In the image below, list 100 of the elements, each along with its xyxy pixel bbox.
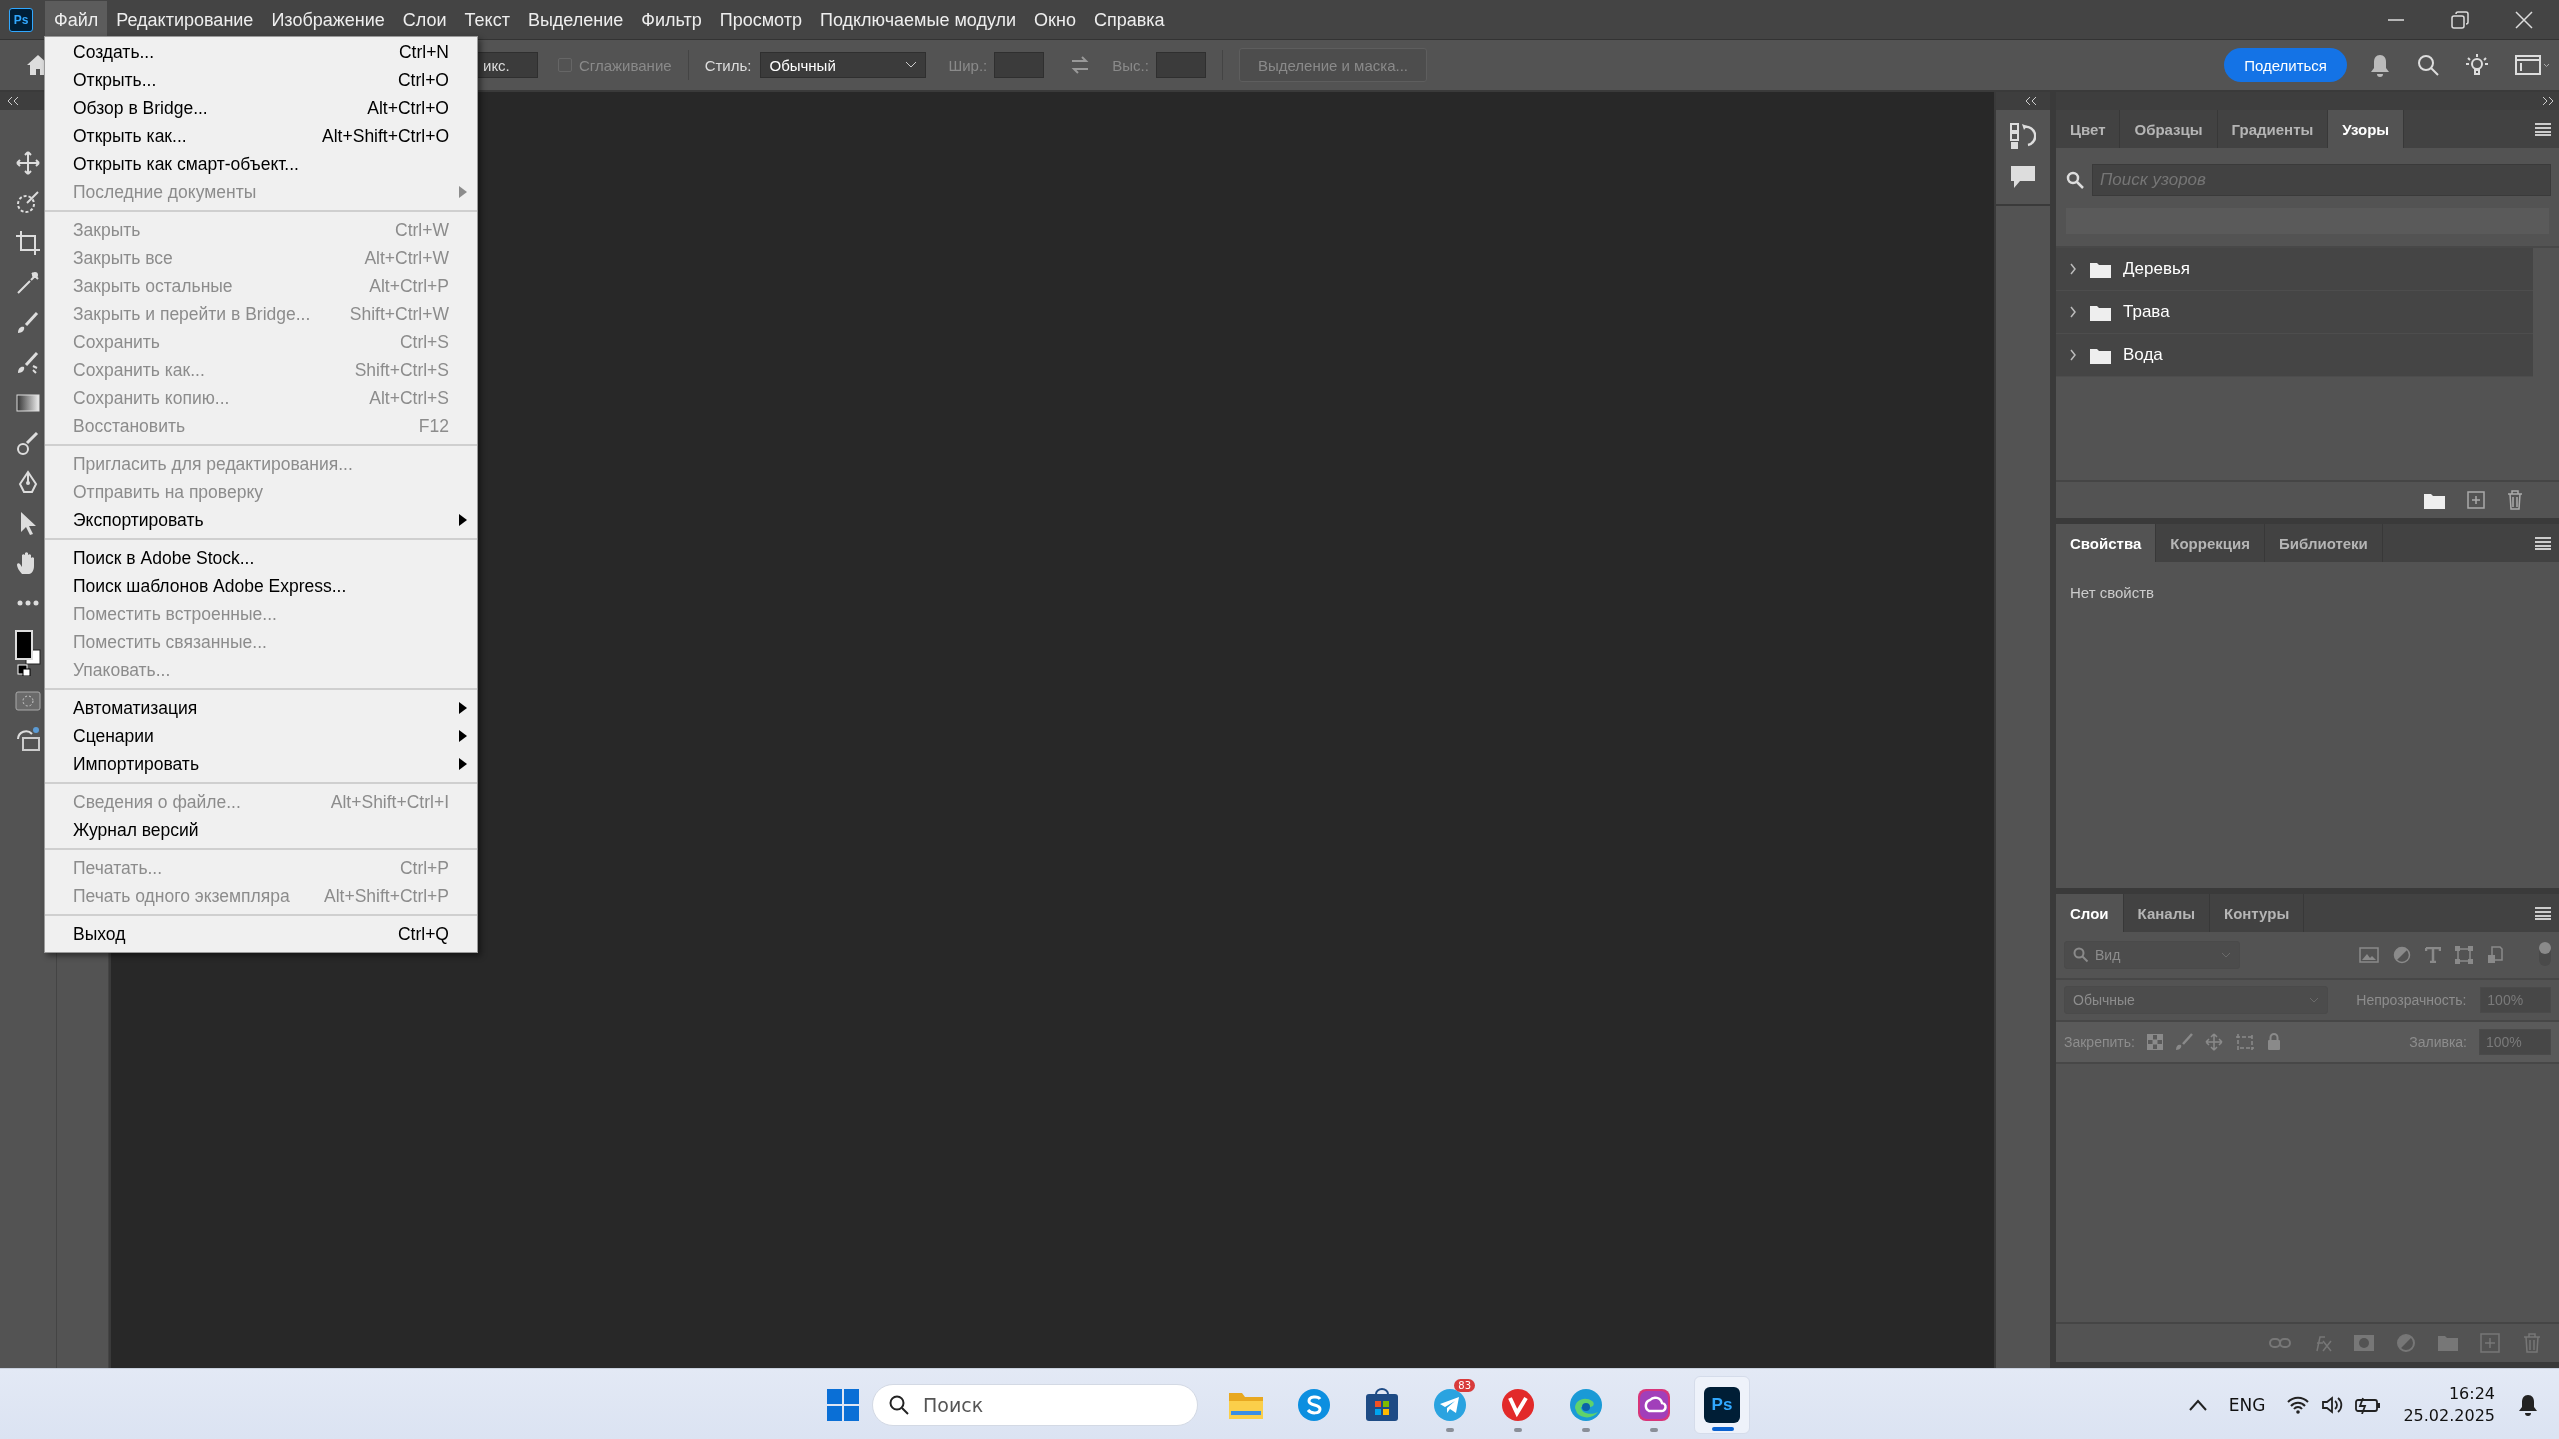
generative-fill-icon[interactable] [15,726,41,752]
menu-item[interactable]: Открыть как... Alt+Shift+Ctrl+O [45,122,477,150]
app-logo[interactable]: Ps [9,8,33,32]
quick-mask-icon[interactable] [15,690,41,712]
style-dropdown[interactable]: Обычный [760,52,927,78]
history-icon[interactable] [2010,122,2036,150]
menu-item[interactable]: Окно [1025,1,1085,39]
edge-icon [1569,1387,1603,1422]
swap-icon[interactable] [1070,56,1091,74]
menu-item[interactable]: Экспортировать [45,506,477,534]
height-field[interactable] [1155,52,1206,78]
menu-item[interactable]: Выделение [518,1,633,39]
crop-icon[interactable] [15,230,41,256]
bell-icon[interactable] [2369,53,2391,77]
panel-tab[interactable]: Контуры [2210,894,2305,932]
wifi-icon[interactable] [2287,1395,2310,1414]
clock-time[interactable]: 16:24 [2448,1382,2495,1405]
pattern-folder[interactable]: Трава [2056,291,2533,334]
move-tool-icon[interactable] [15,150,41,176]
volume-icon[interactable] [2321,1395,2344,1414]
expand-icon[interactable] [2541,96,2555,106]
clock-date[interactable]: 25.02.2025 [2403,1404,2495,1427]
brush-eraser-icon[interactable] [15,430,41,456]
store-icon [1365,1387,1399,1422]
menu-item[interactable]: Фильтр [632,1,711,39]
panel-tab[interactable]: Цвет [2056,110,2121,148]
menu-item[interactable]: Слои [393,1,456,39]
menu-item[interactable]: Просмотр [710,1,811,39]
eyedropper-icon[interactable] [15,270,41,296]
panel-tab[interactable]: Узоры [2328,110,2405,148]
collapse-icon[interactable] [2024,96,2038,106]
width-field[interactable] [994,52,1045,78]
pattern-folder[interactable]: Деревья [2056,248,2533,291]
menu-item[interactable]: Импортировать [45,750,477,778]
pattern-folder[interactable]: Вода [2056,334,2533,377]
panel-tab[interactable]: Слои [2056,894,2124,932]
new-pattern-icon[interactable] [2467,491,2485,509]
notifications-icon[interactable] [2517,1393,2539,1416]
color-swatches-icon[interactable] [15,630,41,676]
menu-item[interactable]: Текст [455,1,519,39]
vivaldi-icon [1501,1387,1535,1422]
panel-menu-icon[interactable] [2535,122,2551,136]
restore-icon[interactable] [2451,11,2469,29]
menu-item[interactable]: Открыть... Ctrl+O [45,66,477,94]
taskbar-app[interactable]: Ps [1694,1375,1750,1434]
menu-item[interactable]: Файл [45,1,108,39]
menu-item[interactable]: Открыть как смарт-объект... [45,150,477,178]
chevron-up-icon[interactable] [2188,1398,2207,1411]
workspace-icon[interactable] [2515,53,2549,77]
menu-item[interactable]: Автоматизация [45,694,477,722]
panel-menu-icon[interactable] [2535,536,2551,550]
skype-icon [1297,1387,1331,1422]
taskbar-app[interactable]: 83 [1422,1375,1478,1434]
chevron-icon[interactable] [2069,305,2077,319]
battery-icon[interactable] [2355,1395,2382,1414]
share-button[interactable]: Поделиться [2224,48,2347,82]
menu-item[interactable]: Сценарии [45,722,477,750]
search-icon[interactable] [2417,54,2439,76]
photoshop-logo: Ps [1704,1386,1740,1423]
start-icon[interactable] [826,1387,860,1422]
comment-icon[interactable] [2010,164,2036,190]
chevron-icon[interactable] [2069,262,2077,276]
menu-item[interactable]: Создать... Ctrl+N [45,38,477,66]
panel-tab[interactable]: Библиотеки [2265,524,2383,562]
menu-item[interactable]: Редактирование [107,1,263,39]
opacity-label: Непрозрачность: [2356,992,2467,1008]
taskbar-search-field[interactable]: Поиск [872,1383,1198,1426]
menu-item[interactable]: Поиск в Adobe Stock... [45,544,477,572]
menu-item[interactable]: Обзор в Bridge... Alt+Ctrl+O [45,94,477,122]
menu-item[interactable]: Справка [1084,1,1174,39]
panel-tab[interactable]: Коррекция [2156,524,2265,562]
trash-icon[interactable] [2507,490,2523,510]
caret-icon [905,61,918,69]
close-icon[interactable] [2515,11,2533,29]
panel-tab[interactable]: Свойства [2056,524,2157,562]
menu-item[interactable]: Журнал версий [45,816,477,844]
panel-tab[interactable]: Каналы [2123,894,2210,932]
caret-icon [2221,952,2231,958]
menu-item[interactable]: Выход Ctrl+Q [45,920,477,948]
lightbulb-icon[interactable] [2465,53,2489,77]
panel-tab[interactable]: Образцы [2120,110,2218,148]
healing-brush-icon[interactable] [15,350,41,376]
search-icon [889,1394,909,1415]
language-indicator[interactable]: ENG [2228,1394,2266,1415]
chevron-icon[interactable] [2069,348,2077,362]
menu-item[interactable]: Изображение [262,1,394,39]
search-icon [2073,947,2089,963]
brush-icon[interactable] [15,310,41,336]
caret-icon [2309,997,2320,1003]
creative-cloud-icon [1637,1387,1671,1422]
filter-toggle[interactable] [2539,944,2551,966]
menu-item[interactable]: Поиск шаблонов Adobe Express... [45,572,477,600]
menu-item[interactable]: Подключаемые модули [810,1,1026,39]
quick-selection-icon[interactable] [15,190,41,216]
search-icon [2066,171,2084,189]
panel-menu-icon[interactable] [2535,906,2551,920]
telegram-icon [1433,1387,1467,1422]
collapse-icon[interactable] [6,96,20,106]
style-label: Стиль: [704,56,752,74]
notification-badge: 83 [1454,1378,1475,1392]
